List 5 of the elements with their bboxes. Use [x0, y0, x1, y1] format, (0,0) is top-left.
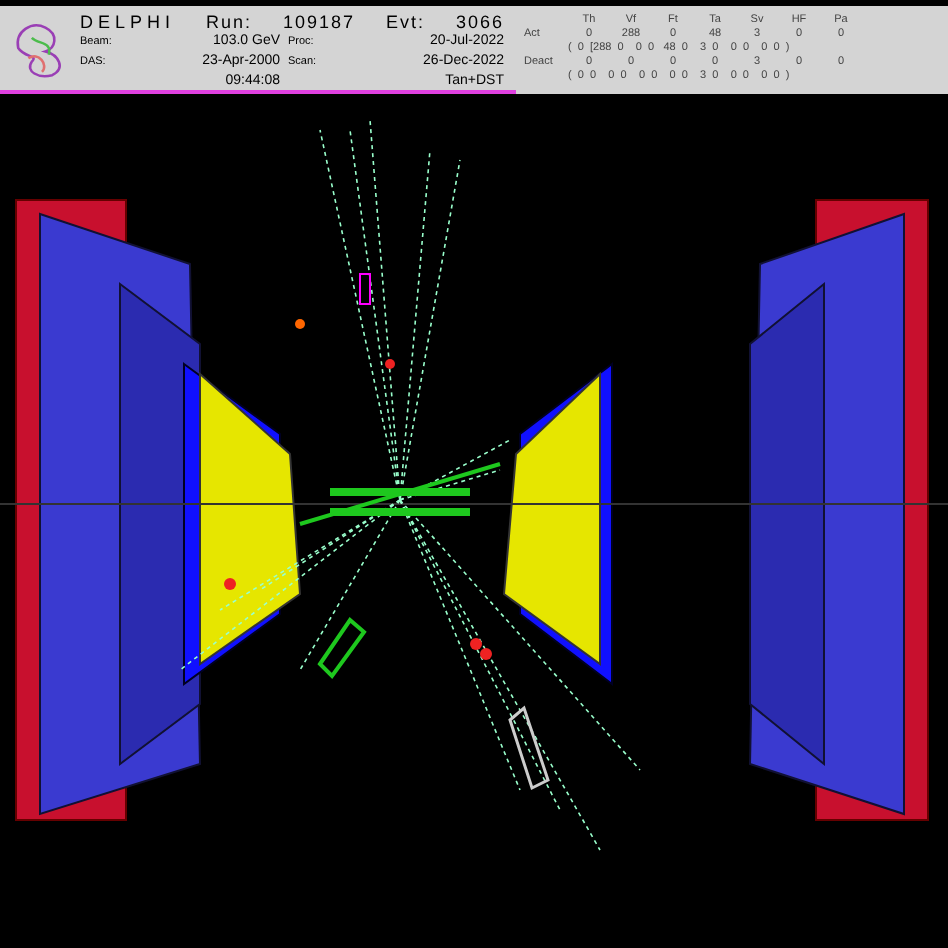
run-label: Run: [205, 11, 252, 31]
app-title: DELPHI [80, 11, 176, 31]
run-number: 109187 [282, 11, 356, 31]
event-number: 3066 [455, 11, 504, 31]
event-label: Evt: [385, 11, 425, 31]
